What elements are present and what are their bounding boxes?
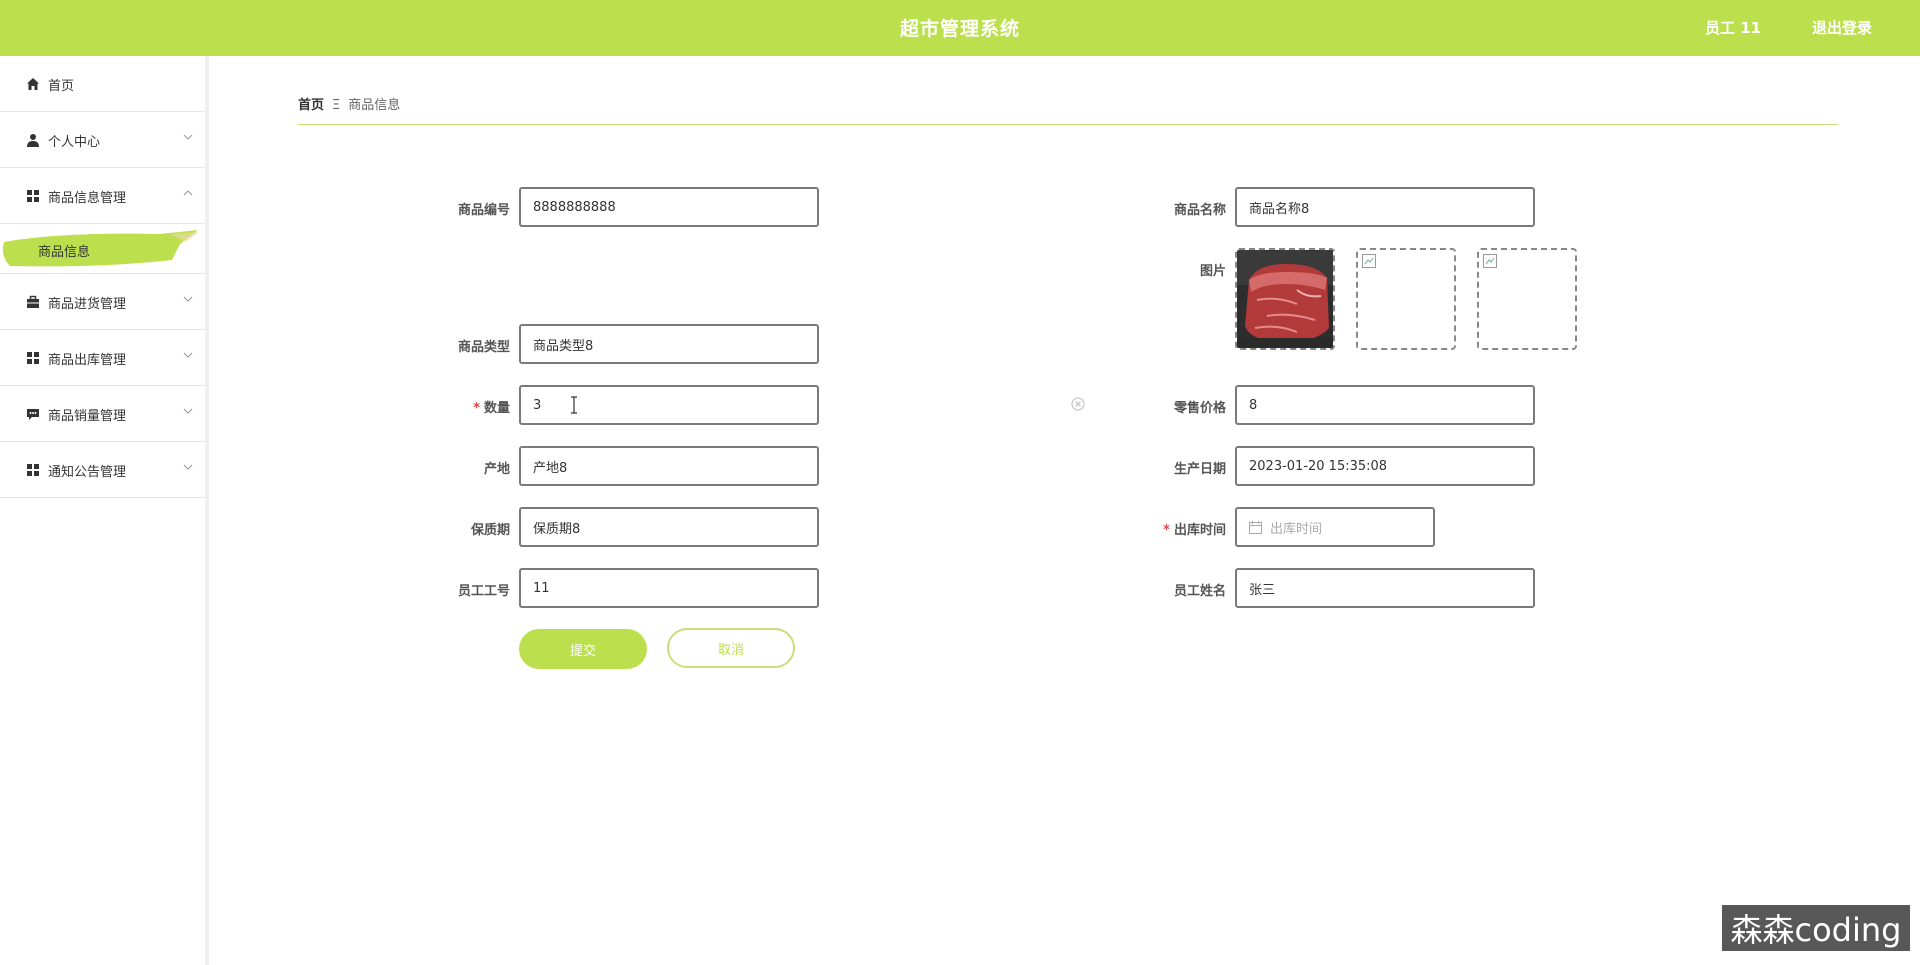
sidebar-subitem-label: 商品信息 — [38, 245, 91, 260]
quantity-value: 3 — [533, 397, 542, 413]
shelf-life-input[interactable]: 保质期8 — [519, 507, 819, 547]
home-icon — [27, 78, 39, 90]
breadcrumb-home[interactable]: 首页 — [298, 98, 324, 113]
active-brush-highlight — [2, 230, 199, 267]
breadcrumb-divider — [298, 124, 1838, 125]
outbound-time-placeholder: 出库时间 — [1270, 521, 1323, 537]
image-placeholder[interactable] — [1356, 248, 1456, 350]
chevron-down-icon — [183, 352, 193, 358]
grid-icon — [27, 464, 39, 476]
image-placeholder[interactable] — [1477, 248, 1577, 350]
outbound-time-picker[interactable]: 出库时间 — [1235, 507, 1435, 547]
sidebar-item-goods-info-mgmt[interactable]: 商品信息管理 — [0, 168, 205, 224]
sidebar-item-profile[interactable]: 个人中心 — [0, 112, 205, 168]
submit-button[interactable]: 提交 — [519, 629, 647, 669]
employee-name-label: 员工姓名 — [1173, 584, 1226, 599]
origin-input[interactable]: 产地8 — [519, 446, 819, 486]
goods-code-label: 商品编号 — [457, 203, 510, 218]
goods-name-label: 商品名称 — [1173, 203, 1226, 218]
clear-icon[interactable] — [1071, 397, 1085, 411]
quantity-label-text: 数量 — [483, 401, 510, 416]
sidebar-item-sales-mgmt[interactable]: 商品销量管理 — [0, 386, 205, 442]
sidebar-item-purchase-mgmt[interactable]: 商品进货管理 — [0, 274, 205, 330]
employee-no-label: 员工工号 — [457, 584, 510, 599]
sidebar-subitem-goods-info[interactable]: 商品信息 — [0, 224, 205, 274]
sidebar-item-label: 商品出库管理 — [48, 353, 127, 368]
breadcrumb-separator: Ξ — [332, 98, 341, 113]
outbound-time-label-text: 出库时间 — [1173, 523, 1226, 538]
retail-price-label: 零售价格 — [1173, 401, 1226, 416]
sidebar-item-home[interactable]: 首页 — [0, 56, 205, 112]
cancel-button[interactable]: 取消 — [667, 628, 795, 668]
sidebar: 首页 个人中心 商品信息管理 商品信息 商品进货管理 商品出库管理 商品销量管理… — [0, 56, 209, 965]
shelf-life-label: 保质期 — [470, 523, 510, 538]
chat-icon — [27, 409, 39, 420]
sidebar-item-label: 商品进货管理 — [48, 297, 127, 312]
goods-type-label: 商品类型 — [457, 340, 510, 355]
required-mark: * — [473, 401, 480, 416]
logout-link[interactable]: 退出登录 — [1812, 17, 1872, 38]
retail-price-input[interactable]: 8 — [1235, 385, 1535, 425]
sidebar-item-outbound-mgmt[interactable]: 商品出库管理 — [0, 330, 205, 386]
goods-type-input[interactable]: 商品类型8 — [519, 324, 819, 364]
outbound-time-label: * 出库时间 — [1136, 519, 1226, 538]
employee-name-input[interactable]: 张三 — [1235, 568, 1535, 608]
sidebar-item-label: 通知公告管理 — [48, 465, 127, 480]
origin-label: 产地 — [483, 462, 510, 477]
quantity-label: * 数量 — [420, 397, 510, 416]
grid-icon — [27, 190, 39, 202]
breadcrumb: 首页 Ξ 商品信息 — [298, 94, 400, 113]
production-date-input[interactable]: 2023-01-20 15:35:08 — [1235, 446, 1535, 486]
image-label: 图片 — [1199, 264, 1226, 279]
briefcase-icon — [27, 295, 39, 308]
sidebar-item-notice-mgmt[interactable]: 通知公告管理 — [0, 442, 205, 498]
top-bar: 超市管理系统 员工 11 退出登录 — [0, 0, 1920, 56]
app-title: 超市管理系统 — [899, 18, 1020, 40]
goods-name-input[interactable]: 商品名称8 — [1235, 187, 1535, 227]
goods-code-input[interactable]: 8888888888 — [519, 187, 819, 227]
sidebar-item-label: 首页 — [48, 79, 75, 94]
user-icon — [27, 134, 39, 147]
chevron-down-icon — [183, 408, 193, 414]
watermark: 森森coding — [1722, 905, 1910, 951]
required-mark: * — [1163, 523, 1170, 538]
broken-image-icon — [1483, 254, 1497, 268]
chevron-down-icon — [183, 134, 193, 140]
employee-no-input[interactable]: 11 — [519, 568, 819, 608]
product-image[interactable] — [1235, 248, 1335, 350]
quantity-input[interactable]: 3 — [519, 385, 819, 425]
chevron-up-icon — [183, 190, 193, 196]
sidebar-item-label: 商品信息管理 — [48, 191, 127, 206]
text-cursor-icon — [571, 396, 578, 414]
broken-image-icon — [1362, 254, 1376, 268]
chevron-down-icon — [183, 296, 193, 302]
calendar-icon — [1249, 520, 1262, 534]
current-user: 员工 11 — [1705, 19, 1762, 37]
meat-image — [1237, 250, 1333, 348]
sidebar-item-label: 个人中心 — [48, 135, 101, 150]
production-date-label: 生产日期 — [1173, 462, 1226, 477]
chevron-down-icon — [183, 464, 193, 470]
sidebar-item-label: 商品销量管理 — [48, 409, 127, 424]
grid-icon — [27, 352, 39, 364]
breadcrumb-current: 商品信息 — [348, 98, 401, 113]
